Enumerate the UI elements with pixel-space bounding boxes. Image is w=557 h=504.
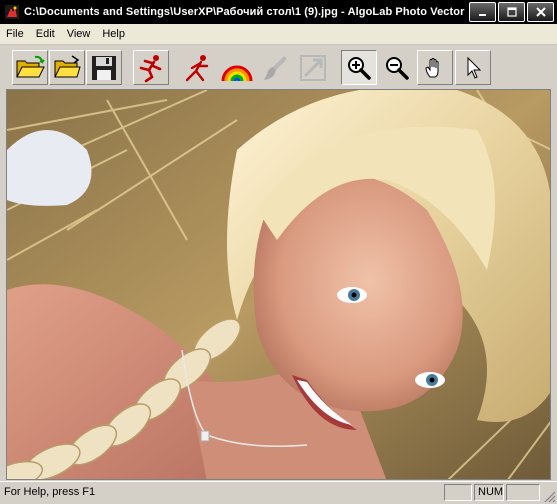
colors-button[interactable]	[219, 50, 255, 85]
close-button[interactable]	[527, 2, 554, 22]
zoom-in-button[interactable]	[341, 50, 377, 85]
status-text: For Help, press F1	[4, 486, 96, 498]
hand-pan-icon	[425, 57, 439, 77]
arrow-disabled-icon	[300, 54, 326, 81]
app-window: C:\Documents and Settings\UserXP\Рабочий…	[0, 0, 557, 504]
minimize-icon	[478, 14, 486, 16]
zoom-in-icon	[348, 56, 371, 80]
open-folder-arrow-icon	[54, 54, 81, 77]
pan-button[interactable]	[417, 50, 453, 85]
status-pane-num: NUM	[474, 484, 504, 501]
status-pane-caps	[444, 484, 472, 501]
zoom-out-button[interactable]	[379, 50, 415, 85]
status-bar: For Help, press F1 NUM	[0, 481, 557, 504]
title-bar[interactable]: C:\Documents and Settings\UserXP\Рабочий…	[0, 0, 557, 24]
brush-disabled-icon	[264, 55, 287, 80]
menu-file[interactable]: File	[0, 24, 30, 44]
run-vectorize-button[interactable]	[133, 50, 169, 85]
menu-edit[interactable]: Edit	[30, 24, 61, 44]
vectorize-figure-button[interactable]	[181, 50, 217, 85]
menu-bar: File Edit View Help	[0, 24, 557, 45]
select-button[interactable]	[455, 50, 491, 85]
save-button[interactable]	[86, 50, 122, 85]
brush-button[interactable]	[257, 50, 293, 85]
image-canvas[interactable]	[6, 89, 551, 480]
transform-button[interactable]	[295, 50, 331, 85]
photo-portrait	[7, 90, 550, 479]
menu-help[interactable]: Help	[96, 24, 131, 44]
maximize-button[interactable]	[498, 2, 525, 22]
open-recent-button[interactable]	[49, 50, 85, 85]
zoom-out-icon	[386, 56, 409, 80]
open-folder-icon	[16, 55, 45, 77]
pointer-arrow-icon	[467, 56, 482, 79]
minimize-button[interactable]	[469, 2, 496, 22]
window-title: C:\Documents and Settings\UserXP\Рабочий…	[24, 6, 465, 18]
menu-view[interactable]: View	[61, 24, 97, 44]
open-button[interactable]	[12, 50, 48, 85]
floppy-disk-icon	[92, 55, 116, 80]
close-icon	[535, 7, 546, 17]
vectorize-figure-icon	[185, 54, 209, 81]
app-icon[interactable]	[5, 5, 19, 19]
maximize-icon	[506, 7, 517, 17]
rainbow-icon	[221, 65, 253, 81]
status-pane-scrl	[506, 484, 540, 501]
running-man-icon	[139, 54, 162, 82]
resize-grip-icon[interactable]	[544, 491, 556, 503]
toolbar	[0, 45, 557, 89]
